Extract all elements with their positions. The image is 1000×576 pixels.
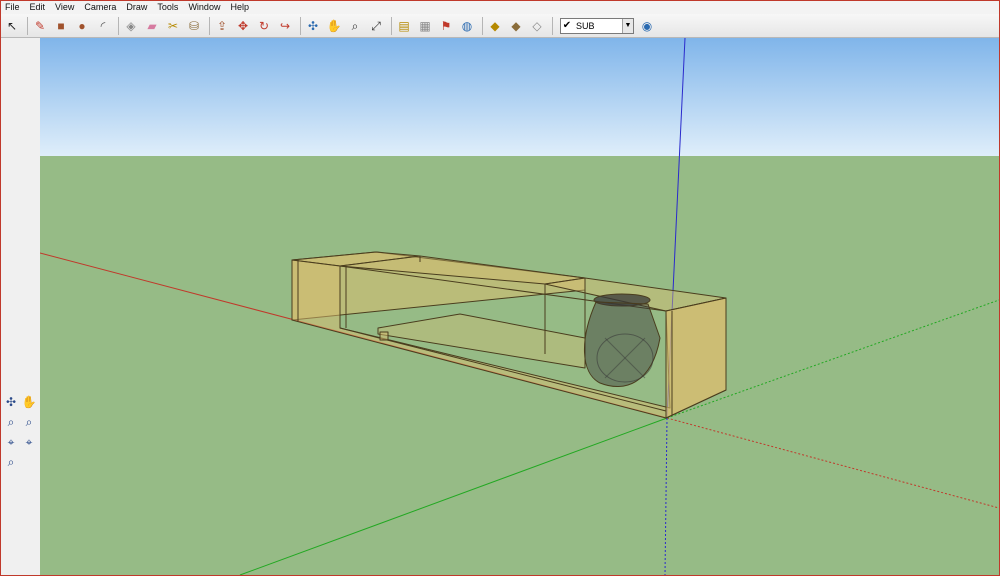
tape-measure-icon[interactable]: ✂ bbox=[164, 17, 182, 35]
make-component-icon[interactable]: ◈ bbox=[122, 17, 140, 35]
orbit-tool-icon[interactable]: ✣ bbox=[304, 17, 322, 35]
get-models-icon[interactable]: ◆ bbox=[486, 17, 504, 35]
toolbar-separator bbox=[209, 16, 210, 35]
circle-tool-icon[interactable]: ● bbox=[73, 17, 91, 35]
menu-view[interactable]: View bbox=[51, 1, 80, 14]
rectangle-tool-icon[interactable]: ■ bbox=[52, 17, 70, 35]
box-small-block bbox=[379, 331, 389, 341]
menu-draw[interactable]: Draw bbox=[122, 1, 153, 14]
layer-visible-check-icon: ✔ bbox=[562, 20, 572, 31]
toolbar-separator bbox=[118, 16, 119, 35]
camera-toolbar: ✣ ✋ ⌕ ⌕ ⌖ ⌖ ⌕ bbox=[1, 392, 39, 476]
main-toolbar: ↖ ✎ ■ ● ◜ ◈ ▰ ✂ ⛁ ⇪ ✥ ↻ ↪ ✣ ✋ ⌕ ⤢ ▤ ▦ ⚑ ◍ ◆ ◆ ◇ ✔ SUB ▼ ◉ bbox=[1, 14, 999, 38]
line-tool-icon[interactable]: ✎ bbox=[31, 17, 49, 35]
toolbar-separator bbox=[391, 16, 392, 35]
menu-bar: File Edit View Camera Draw Tools Window Help bbox=[1, 1, 999, 14]
modeling-viewport[interactable] bbox=[40, 38, 999, 575]
sky bbox=[40, 38, 999, 156]
toolbar-separator bbox=[27, 16, 28, 35]
layer-manager-icon[interactable]: ◉ bbox=[638, 17, 656, 35]
eraser-tool-icon[interactable]: ▰ bbox=[143, 17, 161, 35]
zoom-extents-icon[interactable]: ⤢ bbox=[367, 17, 385, 35]
previous-view-icon[interactable]: ⌖ bbox=[3, 434, 19, 450]
zoom-window-small-icon[interactable]: ⌕ bbox=[3, 454, 19, 470]
menu-file[interactable]: File bbox=[1, 1, 26, 14]
offset-tool-icon[interactable]: ↪ bbox=[276, 17, 294, 35]
layer-name: SUB bbox=[576, 20, 595, 31]
arc-tool-icon[interactable]: ◜ bbox=[94, 17, 112, 35]
preview-model-icon[interactable]: ◍ bbox=[458, 17, 476, 35]
chevron-down-icon[interactable]: ▼ bbox=[622, 18, 633, 33]
layer-dropdown[interactable]: ✔ SUB ▼ bbox=[560, 17, 634, 34]
zoom-window-icon[interactable]: ⌕ bbox=[21, 414, 37, 430]
menu-camera[interactable]: Camera bbox=[80, 1, 122, 14]
zoom-tool-icon[interactable]: ⌕ bbox=[346, 17, 364, 35]
pan-icon[interactable]: ✋ bbox=[21, 394, 37, 410]
ground bbox=[40, 156, 999, 575]
zoom-icon[interactable]: ⌕ bbox=[3, 414, 19, 430]
move-tool-icon[interactable]: ✥ bbox=[234, 17, 252, 35]
scene-svg[interactable] bbox=[40, 38, 999, 575]
push-pull-icon[interactable]: ⇪ bbox=[213, 17, 231, 35]
pan-tool-icon[interactable]: ✋ bbox=[325, 17, 343, 35]
menu-window[interactable]: Window bbox=[184, 1, 226, 14]
rotate-tool-icon[interactable]: ↻ bbox=[255, 17, 273, 35]
zoom-extents-icon[interactable]: ⌖ bbox=[21, 434, 37, 450]
toolbar-separator bbox=[300, 16, 301, 35]
menu-edit[interactable]: Edit bbox=[26, 1, 52, 14]
toolbar-separator bbox=[482, 16, 483, 35]
menu-help[interactable]: Help bbox=[226, 1, 255, 14]
toolbar-separator bbox=[552, 16, 553, 35]
share-model-icon[interactable]: ◆ bbox=[507, 17, 525, 35]
get-current-view-icon[interactable]: ▤ bbox=[395, 17, 413, 35]
select-tool-icon[interactable]: ↖ bbox=[3, 17, 21, 35]
share-component-icon[interactable]: ◇ bbox=[528, 17, 546, 35]
add-location-icon[interactable]: ⚑ bbox=[437, 17, 455, 35]
paint-bucket-icon[interactable]: ⛁ bbox=[185, 17, 203, 35]
orbit-icon[interactable]: ✣ bbox=[3, 394, 19, 410]
left-toolbar-strip bbox=[1, 38, 40, 575]
toggle-terrain-icon[interactable]: ▦ bbox=[416, 17, 434, 35]
menu-tools[interactable]: Tools bbox=[153, 1, 184, 14]
